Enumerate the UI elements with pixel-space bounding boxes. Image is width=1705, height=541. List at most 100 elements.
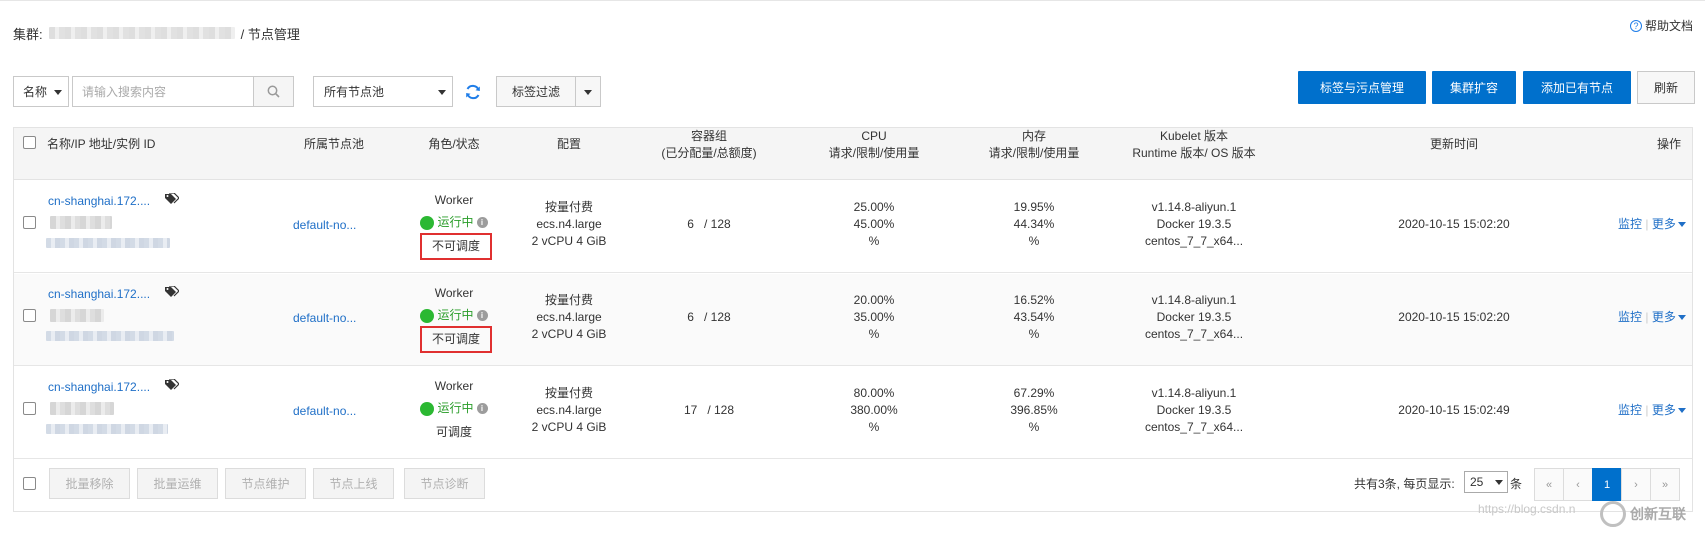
node-pool-select[interactable]: 所有节点池 bbox=[313, 76, 453, 107]
scale-cluster-button[interactable]: 集群扩容 bbox=[1432, 71, 1516, 104]
watermark-brand: 创新互联 bbox=[1630, 506, 1686, 522]
col-pods: 容器组 (已分配量/总额度) bbox=[644, 128, 774, 162]
more-label: 更多 bbox=[1651, 217, 1676, 231]
status-badge: 运行中 i bbox=[409, 400, 499, 417]
memory-usage: 16.52% 43.54% % bbox=[989, 292, 1079, 343]
billing-type: 按量付费 bbox=[544, 386, 593, 400]
os-version: centos_7_7_x64... bbox=[1144, 234, 1244, 248]
col-cpu: CPU 请求/限制/使用量 bbox=[809, 128, 939, 162]
col-pods-sub: (已分配量/总额度) bbox=[661, 146, 757, 160]
instance-id-redacted[interactable] bbox=[46, 238, 170, 248]
labels-taints-button[interactable]: 标签与污点管理 bbox=[1298, 71, 1426, 104]
instance-id-redacted[interactable] bbox=[46, 331, 174, 341]
pod-count: 6 / 128 bbox=[664, 216, 754, 233]
chevron-down-icon bbox=[438, 90, 446, 95]
next-page-button[interactable]: › bbox=[1621, 468, 1651, 501]
nodes-table: 名称/IP 地址/实例 ID 所属节点池 角色/状态 配置 容器组 (已分配量/… bbox=[13, 127, 1693, 512]
col-updated: 更新时间 bbox=[1429, 137, 1478, 151]
monitor-link[interactable]: 监控 bbox=[1618, 310, 1642, 324]
table-header: 名称/IP 地址/实例 ID 所属节点池 角色/状态 配置 容器组 (已分配量/… bbox=[14, 128, 1692, 180]
row-checkbox[interactable] bbox=[23, 216, 36, 229]
search-input[interactable]: 请输入搜索内容 bbox=[72, 76, 254, 107]
row-actions: 监控 | 更多 bbox=[1618, 309, 1694, 326]
monitor-link[interactable]: 监控 bbox=[1618, 403, 1642, 417]
help-link[interactable]: ? 帮助文档 bbox=[1629, 17, 1693, 34]
cpu-limit: 380.00% bbox=[850, 403, 898, 417]
more-label: 更多 bbox=[1651, 403, 1676, 417]
refresh-button[interactable]: 刷新 bbox=[1637, 71, 1695, 104]
add-node-button[interactable]: 添加已有节点 bbox=[1523, 71, 1631, 104]
breadcrumb: 集群: / 节点管理 bbox=[13, 23, 300, 43]
pods-allocated: 17 bbox=[683, 403, 698, 417]
node-diagnose-button[interactable]: 节点诊断 bbox=[404, 468, 485, 499]
more-label: 更多 bbox=[1651, 310, 1676, 324]
page-1-button[interactable]: 1 bbox=[1592, 468, 1622, 501]
more-menu[interactable]: 更多 bbox=[1652, 403, 1686, 417]
table-row: cn-shanghai.172.... default-no... Worker… bbox=[14, 181, 1692, 273]
cpu-used: % bbox=[868, 234, 880, 248]
more-menu[interactable]: 更多 bbox=[1652, 217, 1686, 231]
first-page-button[interactable]: « bbox=[1534, 468, 1564, 501]
col-cpu-title: CPU bbox=[861, 129, 887, 143]
info-icon[interactable]: i bbox=[476, 217, 488, 228]
refresh-icon[interactable] bbox=[464, 83, 482, 101]
monitor-link[interactable]: 监控 bbox=[1618, 217, 1642, 231]
node-name-link[interactable]: cn-shanghai.172.... bbox=[48, 286, 150, 303]
pod-count: 6 / 128 bbox=[664, 309, 754, 326]
tag-filter-dropdown[interactable] bbox=[575, 76, 601, 107]
node-name-link[interactable]: cn-shanghai.172.... bbox=[48, 379, 150, 396]
row-checkbox[interactable] bbox=[23, 309, 36, 322]
billing-type: 按量付费 bbox=[544, 200, 593, 214]
info-icon[interactable]: i bbox=[476, 403, 488, 414]
last-page-button[interactable]: » bbox=[1650, 468, 1680, 501]
instance-spec: 2 vCPU 4 GiB bbox=[531, 420, 607, 434]
row-checkbox[interactable] bbox=[23, 402, 36, 415]
tag-icon[interactable] bbox=[165, 193, 179, 205]
node-config: 按量付费 ecs.n4.large 2 vCPU 4 GiB bbox=[519, 385, 619, 436]
tag-icon[interactable] bbox=[165, 379, 179, 391]
prev-page-button[interactable]: ‹ bbox=[1563, 468, 1593, 501]
name-select[interactable]: 名称 bbox=[13, 76, 69, 107]
node-pool-link[interactable]: default-no... bbox=[293, 217, 356, 234]
memory-request: 19.95% bbox=[1013, 200, 1055, 214]
cpu-usage: 25.00% 45.00% % bbox=[829, 199, 919, 250]
cluster-name-redacted[interactable] bbox=[48, 27, 235, 39]
footer-select-all-checkbox[interactable] bbox=[23, 477, 36, 490]
memory-used: % bbox=[1028, 420, 1040, 434]
search-button[interactable] bbox=[253, 76, 294, 107]
col-config: 配置 bbox=[556, 137, 581, 151]
more-menu[interactable]: 更多 bbox=[1652, 310, 1686, 324]
runtime-version: Docker 19.3.5 bbox=[1156, 217, 1232, 231]
node-pool-link[interactable]: default-no... bbox=[293, 310, 356, 327]
action-divider: | bbox=[1645, 217, 1649, 231]
node-online-button[interactable]: 节点上线 bbox=[313, 468, 394, 499]
node-pool-link[interactable]: default-no... bbox=[293, 403, 356, 420]
col-pods-title: 容器组 bbox=[690, 129, 727, 143]
page-size-suffix: 条 bbox=[1510, 477, 1523, 491]
top-divider bbox=[0, 0, 1705, 1]
help-label: 帮助文档 bbox=[1644, 19, 1693, 33]
schedulable-status: 不可调度 bbox=[420, 233, 493, 260]
cpu-usage: 80.00% 380.00% % bbox=[829, 385, 919, 436]
tag-filter-button[interactable]: 标签过滤 bbox=[496, 76, 576, 107]
batch-remove-button[interactable]: 批量移除 bbox=[49, 468, 130, 499]
pods-allocated: 6 bbox=[687, 310, 694, 324]
pods-allocated: 6 bbox=[687, 217, 694, 231]
instance-id-redacted[interactable] bbox=[46, 424, 168, 434]
kubelet-version: v1.14.8-aliyun.1 bbox=[1151, 293, 1237, 307]
tag-icon[interactable] bbox=[165, 286, 179, 298]
info-icon[interactable]: i bbox=[476, 310, 488, 321]
running-dot-icon bbox=[420, 215, 435, 230]
page-size-select[interactable]: 25 bbox=[1464, 471, 1508, 493]
memory-limit: 396.85% bbox=[1010, 403, 1058, 417]
page-size-value: 25 bbox=[1470, 475, 1484, 489]
schedulable-label: 不可调度 bbox=[420, 326, 493, 353]
batch-ops-button[interactable]: 批量运维 bbox=[137, 468, 218, 499]
schedulable-status: 可调度 bbox=[435, 425, 472, 439]
toolbar: 名称 请输入搜索内容 所有节点池 标签过滤 标签与污点管理 集群扩容 添加已有节… bbox=[13, 71, 1695, 108]
select-all-checkbox[interactable] bbox=[23, 136, 36, 149]
node-name-link[interactable]: cn-shanghai.172.... bbox=[48, 193, 150, 210]
node-maintain-button[interactable]: 节点维护 bbox=[225, 468, 306, 499]
instance-spec: 2 vCPU 4 GiB bbox=[531, 327, 607, 341]
runtime-version: Docker 19.3.5 bbox=[1156, 310, 1232, 324]
